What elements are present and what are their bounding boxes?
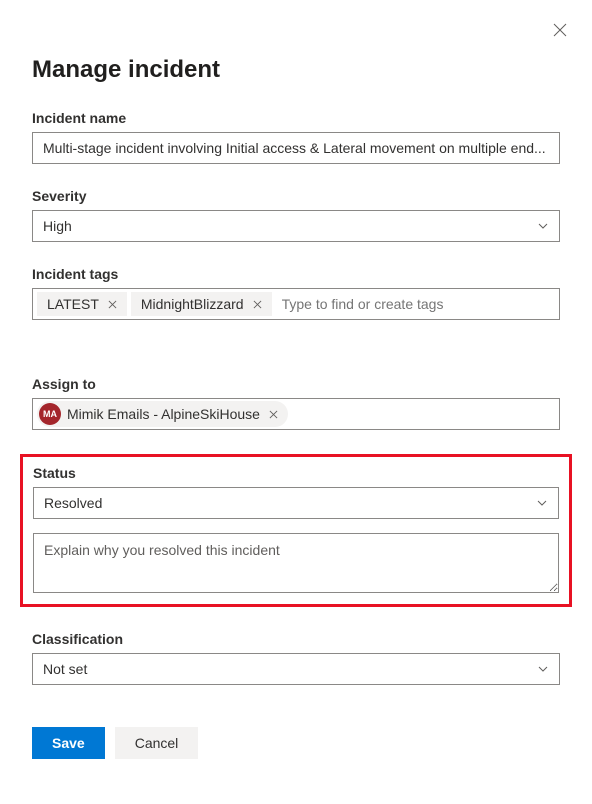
incident-name-group: Incident name <box>32 110 560 164</box>
tag-item: MidnightBlizzard <box>131 292 272 316</box>
severity-label: Severity <box>32 188 560 204</box>
avatar: MA <box>39 403 61 425</box>
status-explain-textarea[interactable] <box>33 533 559 593</box>
status-highlight-section: Status Resolved <box>20 454 572 607</box>
status-select[interactable]: Resolved <box>33 487 559 519</box>
assign-to-box[interactable]: MA Mimik Emails - AlpineSkiHouse <box>32 398 560 430</box>
chevron-down-icon <box>537 663 549 675</box>
close-button[interactable] <box>550 20 570 40</box>
tag-item: LATEST <box>37 292 127 316</box>
chevron-down-icon <box>536 497 548 509</box>
tag-remove-button[interactable] <box>105 296 121 312</box>
close-icon <box>108 300 117 309</box>
assignee-name: Mimik Emails - AlpineSkiHouse <box>67 406 260 422</box>
status-explain-group <box>33 533 559 596</box>
incident-tags-box[interactable]: LATEST MidnightBlizzard <box>32 288 560 320</box>
close-icon <box>269 410 278 419</box>
page-title: Manage incident <box>32 56 560 84</box>
assignee-chip: MA Mimik Emails - AlpineSkiHouse <box>37 401 288 427</box>
incident-name-label: Incident name <box>32 110 560 126</box>
incident-tags-group: Incident tags LATEST MidnightBlizzard <box>32 266 560 320</box>
classification-label: Classification <box>32 631 560 647</box>
incident-tags-label: Incident tags <box>32 266 560 282</box>
tag-label: MidnightBlizzard <box>141 296 244 312</box>
classification-group: Classification Not set <box>32 631 560 685</box>
classification-select[interactable]: Not set <box>32 653 560 685</box>
severity-select[interactable]: High <box>32 210 560 242</box>
cancel-button[interactable]: Cancel <box>115 727 199 759</box>
actions-row: Save Cancel <box>32 727 560 759</box>
status-value: Resolved <box>44 495 102 511</box>
tag-remove-button[interactable] <box>250 296 266 312</box>
tag-label: LATEST <box>47 296 99 312</box>
close-icon <box>253 300 262 309</box>
chevron-down-icon <box>537 220 549 232</box>
incident-name-input[interactable] <box>32 132 560 164</box>
classification-value: Not set <box>43 661 87 677</box>
assign-to-label: Assign to <box>32 376 560 392</box>
assign-to-group: Assign to MA Mimik Emails - AlpineSkiHou… <box>32 376 560 430</box>
status-label: Status <box>33 465 559 481</box>
severity-group: Severity High <box>32 188 560 242</box>
close-icon <box>553 23 567 37</box>
status-group: Status Resolved <box>33 465 559 519</box>
severity-value: High <box>43 218 72 234</box>
tag-input[interactable] <box>276 292 555 316</box>
save-button[interactable]: Save <box>32 727 105 759</box>
assignee-remove-button[interactable] <box>266 406 282 422</box>
